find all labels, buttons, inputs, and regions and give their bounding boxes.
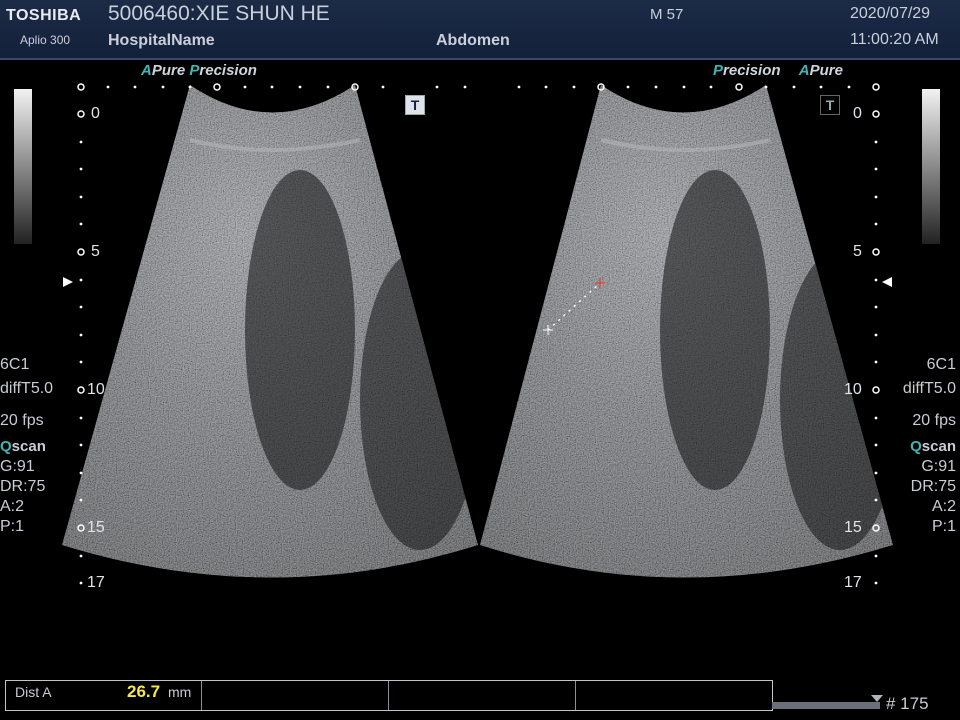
frequency-label-left: diffT5.0 — [0, 380, 54, 397]
ultrasound-dual-view — [62, 83, 893, 585]
frame-rate-right: 20 fps — [912, 412, 956, 429]
probe-label-left: 6C1 — [0, 356, 30, 373]
grayscale-bar-left — [14, 89, 32, 244]
depth-label-0-right: 0 — [853, 105, 862, 122]
qscan-label-left: Qscan — [0, 438, 46, 455]
frame-rate-left: 20 fps — [0, 412, 44, 429]
mode-label-right: Precision APure — [713, 62, 843, 79]
measurement-value: 26.7 — [127, 682, 161, 701]
gain-right: G:91 — [921, 458, 956, 475]
focus-marker-right — [882, 277, 892, 287]
depth-label-15-left: 15 — [87, 519, 105, 536]
table-divider — [201, 681, 202, 710]
measurement-results-table: Dist A 26.7 mm — [5, 680, 773, 711]
depth-label-15-right: 15 — [844, 519, 862, 536]
lateral-scale — [77, 83, 880, 91]
qscan-label-right: Qscan — [910, 438, 956, 455]
cine-progress-bar[interactable] — [772, 702, 880, 709]
focus-marker-left — [63, 277, 73, 287]
cine-position-marker[interactable] — [871, 695, 883, 703]
inactive-view-t-icon[interactable]: T — [820, 95, 840, 115]
depth-label-10-right: 10 — [844, 381, 862, 398]
depth-label-5-right: 5 — [853, 243, 862, 260]
probe-label-right: 6C1 — [926, 356, 956, 373]
depth-label-5-left: 5 — [91, 243, 100, 260]
measurement-unit: mm — [168, 684, 192, 700]
table-divider — [388, 681, 389, 710]
depth-label-17-right: 17 — [844, 574, 862, 591]
active-view-t-icon[interactable]: T — [405, 95, 425, 115]
gain-left: G:91 — [0, 458, 35, 475]
dynamic-range-right: DR:75 — [910, 478, 956, 495]
grayscale-bar-right — [922, 89, 940, 244]
param-a-right: A:2 — [931, 498, 956, 515]
param-p-right: P:1 — [931, 518, 956, 535]
table-divider — [575, 681, 576, 710]
frame-counter: # 175 — [886, 694, 929, 713]
ultrasound-image-right — [480, 85, 893, 578]
param-p-left: P:1 — [0, 518, 25, 535]
mode-label-left: APure Precision — [141, 62, 257, 79]
frequency-label-right: diffT5.0 — [902, 380, 956, 397]
depth-label-0-left: 0 — [91, 105, 100, 122]
param-a-left: A:2 — [0, 498, 25, 515]
ultrasound-image-left — [62, 85, 478, 578]
dynamic-range-left: DR:75 — [0, 478, 46, 495]
measurement-label: Dist A — [15, 684, 52, 700]
depth-label-17-left: 17 — [87, 574, 105, 591]
depth-label-10-left: 10 — [87, 381, 105, 398]
